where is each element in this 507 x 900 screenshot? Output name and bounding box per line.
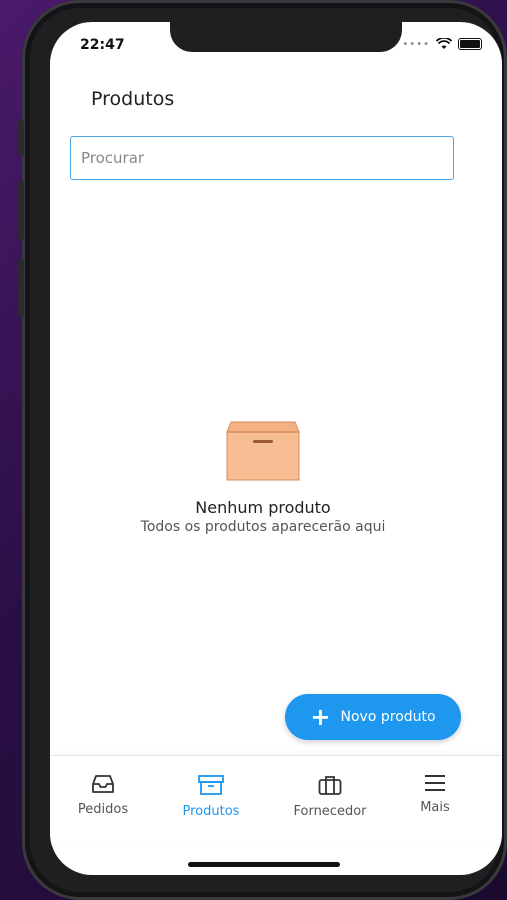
volume-up-button	[18, 180, 24, 240]
box-icon	[226, 421, 300, 481]
battery-icon	[458, 38, 482, 50]
status-icons: ••••	[402, 38, 482, 50]
mute-switch	[18, 120, 24, 156]
inbox-icon	[92, 775, 114, 793]
phone-frame: 22:47 •••• Produtos Nenhum produto Todos…	[18, 0, 507, 900]
wifi-icon	[436, 38, 452, 49]
tab-pedidos-label: Pedidos	[77, 802, 129, 817]
new-product-button[interactable]: + Novo produto	[285, 694, 461, 740]
search-input[interactable]	[70, 136, 454, 180]
page-title: Produtos	[91, 88, 175, 110]
bottom-tab-bar: Pedidos Produtos Fornecedor Mais	[50, 755, 502, 846]
empty-state: Nenhum produto Todos os produtos aparece…	[50, 412, 476, 535]
tab-mais[interactable]: Mais	[390, 774, 480, 815]
empty-state-subtitle: Todos os produtos aparecerão aqui	[140, 519, 386, 535]
notch	[170, 22, 402, 52]
tab-mais-label: Mais	[420, 800, 450, 815]
home-indicator[interactable]	[188, 862, 340, 867]
tab-produtos[interactable]: Produtos	[166, 774, 256, 819]
tab-produtos-label: Produtos	[182, 804, 240, 819]
signal-icon: ••••	[402, 38, 430, 50]
empty-state-title: Nenhum produto	[195, 498, 331, 517]
status-time: 22:47	[80, 37, 125, 53]
archive-icon	[198, 775, 224, 795]
briefcase-icon	[318, 776, 342, 795]
new-product-label: Novo produto	[340, 709, 436, 725]
tab-fornecedor-label: Fornecedor	[293, 804, 367, 819]
plus-icon: +	[310, 703, 331, 731]
app-screen: 22:47 •••• Produtos Nenhum produto Todos…	[50, 22, 502, 875]
tab-fornecedor[interactable]: Fornecedor	[285, 774, 375, 819]
volume-down-button	[18, 258, 24, 318]
menu-icon	[425, 775, 445, 791]
tab-pedidos[interactable]: Pedidos	[58, 774, 148, 817]
